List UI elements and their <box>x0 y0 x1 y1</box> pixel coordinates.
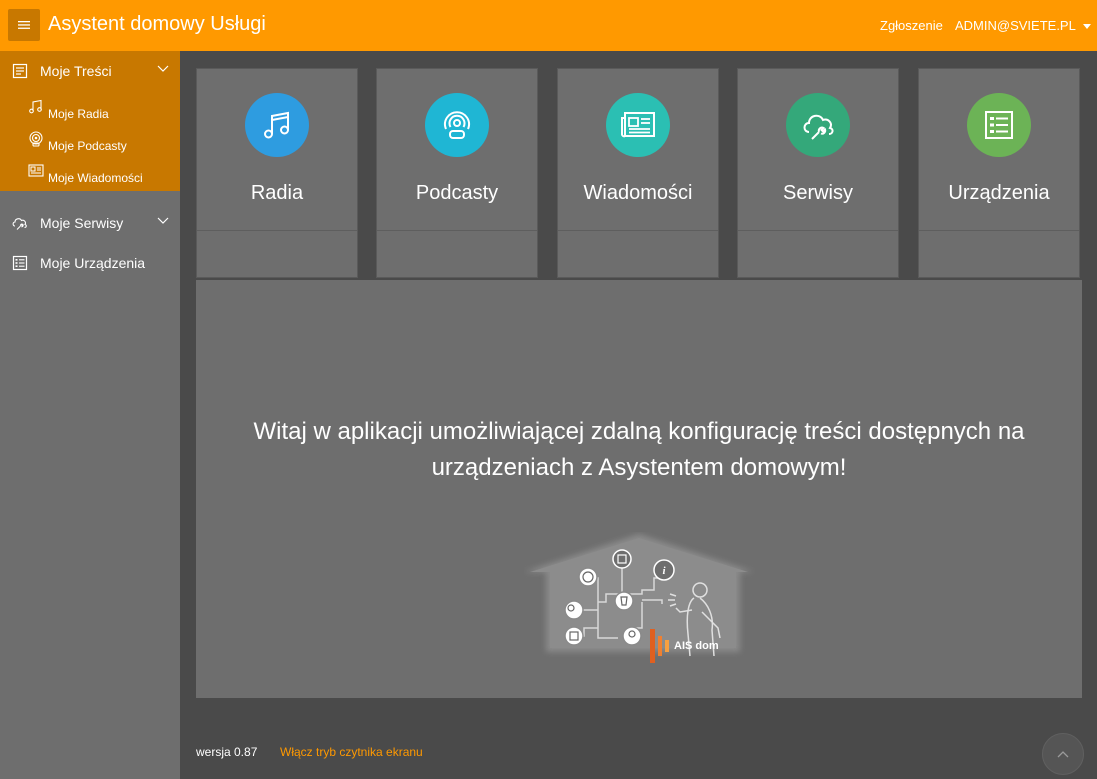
user-menu-label: ADMIN@SVIETE.PL <box>955 18 1076 33</box>
music-note-icon <box>29 99 42 114</box>
sidebar-item-my-services[interactable]: Moje Serwisy <box>0 203 180 243</box>
cloud-wrench-icon <box>803 114 834 140</box>
screen-reader-toggle-link[interactable]: Włącz tryb czytnika ekranu <box>280 745 423 759</box>
tile-divider <box>919 230 1079 231</box>
device-list-icon <box>12 255 28 271</box>
newspaper-icon <box>28 164 44 177</box>
tile-divider <box>558 230 718 231</box>
newspaper-icon <box>621 112 655 138</box>
tile-label: Podcasty <box>415 182 499 204</box>
app-title: Asystent domowy Usługi <box>48 13 266 35</box>
sidebar-subitem-my-news[interactable]: Moje Wiadomości <box>0 163 180 191</box>
sidebar-item-label: Moje Serwisy <box>40 215 124 231</box>
version-label: wersja 0.87 <box>196 745 258 759</box>
sidebar-item-label: Moje Urządzenia <box>40 255 146 271</box>
sidebar-subitem-label: Moje Podcasty <box>48 139 127 153</box>
tile-label: Serwisy <box>782 182 853 204</box>
tile-label: Radia <box>250 182 304 204</box>
chevron-up-icon <box>1057 751 1069 758</box>
menu-toggle-button[interactable] <box>8 9 40 41</box>
sidebar-subitem-label: Moje Radia <box>48 107 109 121</box>
tile-icon-circle <box>606 93 670 157</box>
tile-divider <box>377 230 537 231</box>
sidebar: Moje Treści Moje Radia Moje Podcasty Moj… <box>0 51 180 779</box>
sidebar-subitem-my-podcasts[interactable]: Moje Podcasty <box>0 131 180 159</box>
user-menu[interactable]: ADMIN@SVIETE.PL <box>955 18 1091 33</box>
podcast-icon <box>444 111 470 139</box>
tile-news[interactable]: Wiadomości <box>557 68 719 278</box>
music-note-icon <box>264 111 289 139</box>
logo-text: AIS dom <box>674 640 719 652</box>
cloud-wrench-icon <box>12 218 27 230</box>
tile-services[interactable]: Serwisy <box>737 68 899 278</box>
tile-divider <box>197 230 357 231</box>
device-list-icon <box>985 111 1013 139</box>
welcome-panel: Witaj w aplikacji umożliwiającej zdalną … <box>196 280 1082 698</box>
sidebar-item-my-content[interactable]: Moje Treści <box>0 51 180 91</box>
tile-icon-circle <box>425 93 489 157</box>
podcast-icon <box>29 131 43 147</box>
sidebar-subitem-my-radios[interactable]: Moje Radia <box>0 99 180 127</box>
tile-label: Wiadomości <box>583 182 693 204</box>
tile-radios[interactable]: Radia <box>196 68 358 278</box>
report-link[interactable]: Zgłoszenie <box>880 18 943 33</box>
sidebar-item-label: Moje Treści <box>40 63 112 79</box>
top-bar: Asystent domowy Usługi Zgłoszenie ADMIN@… <box>0 0 1097 51</box>
sidebar-section-content: Moje Treści Moje Radia Moje Podcasty Moj… <box>0 51 180 191</box>
hamburger-icon <box>18 21 30 29</box>
content-list-icon <box>12 63 28 79</box>
tile-icon-circle <box>967 93 1031 157</box>
sidebar-item-my-devices[interactable]: Moje Urządzenia <box>0 243 180 283</box>
chevron-down-icon <box>157 65 169 72</box>
tile-podcasts[interactable]: Podcasty <box>376 68 538 278</box>
tile-icon-circle <box>245 93 309 157</box>
sidebar-subitem-label: Moje Wiadomości <box>48 171 143 185</box>
caret-down-icon <box>1082 24 1091 29</box>
scroll-to-top-button[interactable] <box>1042 733 1084 775</box>
smart-home-illustration: i AIS dom <box>524 534 754 663</box>
welcome-message: Witaj w aplikacji umożliwiającej zdalną … <box>253 418 1025 481</box>
tile-label: Urządzenia <box>948 182 1050 204</box>
chevron-down-icon <box>157 217 169 224</box>
tile-divider <box>738 230 898 231</box>
tile-devices[interactable]: Urządzenia <box>918 68 1080 278</box>
tile-icon-circle <box>786 93 850 157</box>
